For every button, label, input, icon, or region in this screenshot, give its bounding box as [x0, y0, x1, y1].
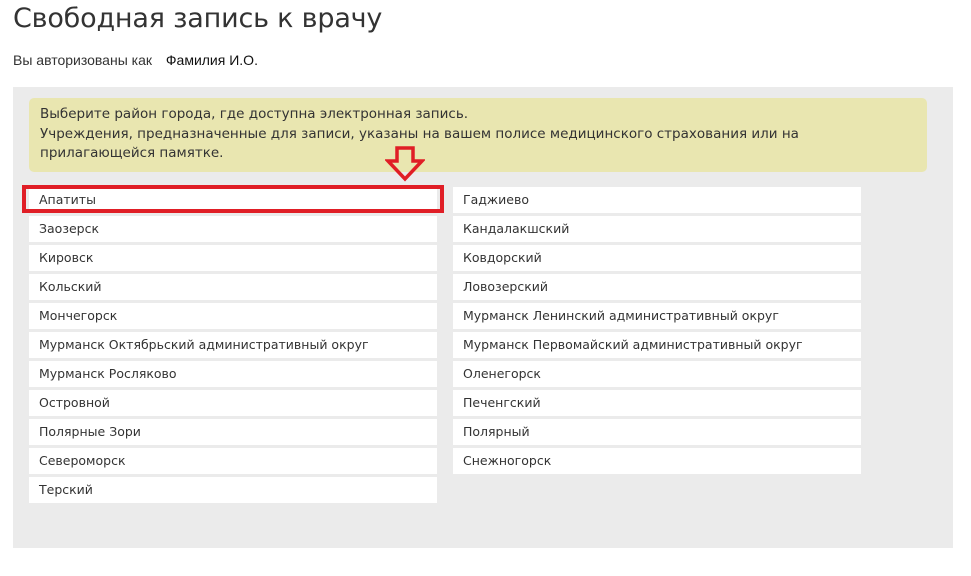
district-item[interactable]: Полярные Зори: [29, 419, 437, 445]
district-item[interactable]: Североморск: [29, 448, 437, 474]
district-item[interactable]: Апатиты: [29, 187, 437, 213]
district-item[interactable]: Кольский: [29, 274, 437, 300]
notice-line-1: Выберите район города, где доступна элек…: [40, 106, 469, 122]
district-column-left: Апатиты Заозерск Кировск Кольский Мончег…: [29, 187, 437, 506]
district-item[interactable]: Гаджиево: [453, 187, 861, 213]
district-item[interactable]: Мурманск Октябрьский административный ок…: [29, 332, 437, 358]
district-item[interactable]: Мурманск Ленинский административный окру…: [453, 303, 861, 329]
district-item[interactable]: Мурманск Росляково: [29, 361, 437, 387]
district-item[interactable]: Терский: [29, 477, 437, 503]
district-item[interactable]: Оленегорск: [453, 361, 861, 387]
notice-line-2: Учреждения, предназначенные для записи, …: [40, 125, 799, 142]
district-panel: Выберите район города, где доступна элек…: [13, 87, 953, 548]
auth-prefix: Вы авторизованы как: [13, 52, 152, 68]
notice-box: Выберите район города, где доступна элек…: [29, 98, 927, 172]
page-title: Свободная запись к врачу: [13, 3, 383, 34]
district-item[interactable]: Ковдорский: [453, 245, 861, 271]
district-item[interactable]: Островной: [29, 390, 437, 416]
district-item[interactable]: Печенгский: [453, 390, 861, 416]
district-item[interactable]: Мурманск Первомайский административный о…: [453, 332, 861, 358]
district-item[interactable]: Полярный: [453, 419, 861, 445]
page: Свободная запись к врачу Вы авторизованы…: [0, 0, 971, 576]
district-item[interactable]: Ловозерский: [453, 274, 861, 300]
district-item[interactable]: Кандалакшский: [453, 216, 861, 242]
district-column-right: Гаджиево Кандалакшский Ковдорский Ловозе…: [453, 187, 861, 477]
auth-user-name: Фамилия И.О.: [165, 52, 258, 68]
district-item[interactable]: Снежногорск: [453, 448, 861, 474]
district-item[interactable]: Мончегорск: [29, 303, 437, 329]
arrow-down-icon: [383, 146, 427, 186]
notice-line-3: прилагающейся памятке.: [40, 145, 224, 161]
auth-status: Вы авторизованы как Фамилия И.О.: [13, 52, 258, 68]
district-item[interactable]: Заозерск: [29, 216, 437, 242]
district-item[interactable]: Кировск: [29, 245, 437, 271]
